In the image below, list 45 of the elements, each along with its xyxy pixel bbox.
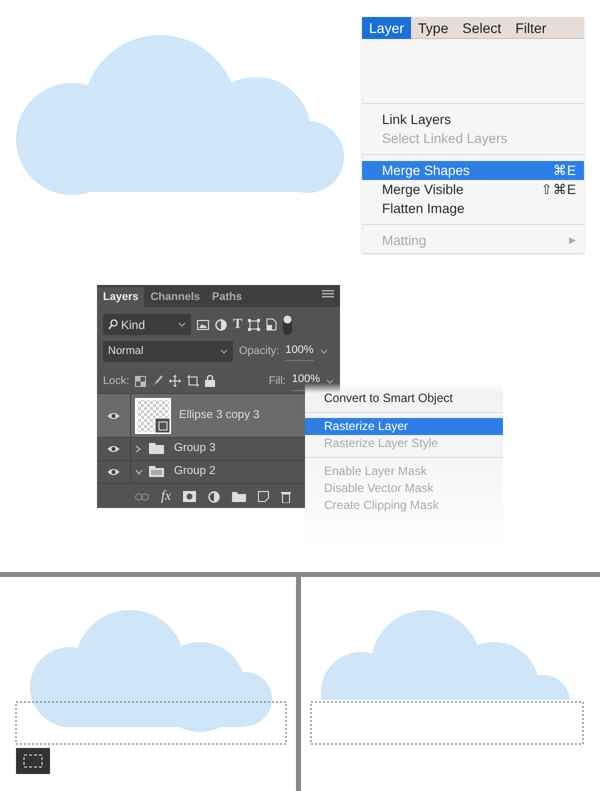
menu-bar-item[interactable]: Filter (508, 16, 554, 38)
blend-mode-dropdown[interactable]: Normal (103, 341, 233, 362)
menu-item[interactable]: Link Layers (362, 110, 584, 129)
fill-field[interactable]: 100% (292, 371, 320, 391)
menu-item[interactable]: Flatten Image (362, 199, 584, 218)
menu-item-label: Convert to Smart Object (324, 390, 453, 407)
menu-item[interactable]: Merge Visible ⇧⌘E (362, 180, 584, 199)
type-filter-icon[interactable]: T (233, 318, 242, 332)
menu-item-label: Rasterize Layer Style (324, 435, 438, 452)
layer-name: Group 2 (174, 464, 216, 480)
shortcut-label: ⇧⌘E (540, 181, 576, 199)
layer-row[interactable]: Group 3 (97, 437, 305, 460)
menu-item-label: Select Linked Layers (382, 130, 508, 148)
menu-bar-item[interactable]: Type (411, 16, 456, 38)
fill-label: Fill: (268, 374, 286, 389)
menu-item-label: Create Clipping Mask (324, 497, 439, 514)
filter-dropdown[interactable]: Kind (103, 314, 191, 335)
menu-item-label: Link Layers (382, 111, 452, 129)
submenu-arrow-icon: ▶ (569, 231, 576, 250)
lock-label: Lock: (103, 374, 130, 389)
filter-label: Kind (121, 316, 146, 334)
panel-tab[interactable]: Channels (144, 287, 206, 307)
menu-item[interactable]: Convert to Smart Object (305, 390, 503, 407)
menu-item-label: Enable Layer Mask (324, 463, 427, 480)
layer-name: Group 3 (174, 441, 216, 456)
layer-name: Ellipse 3 copy 3 (179, 408, 260, 423)
menu-item-label: Merge Visible (382, 181, 464, 199)
panel-tab[interactable]: Paths (206, 287, 248, 307)
layer-row[interactable]: Ellipse 3 copy 3 (97, 393, 305, 437)
menu-bar-item[interactable]: Layer (362, 16, 412, 38)
menu-bar-item[interactable]: Select (455, 16, 508, 38)
opacity-label: Opacity: (239, 344, 280, 360)
panel-tab[interactable]: Layers (97, 287, 144, 307)
menu-item-label: Matting (382, 232, 426, 250)
shortcut-label: ⌘E (552, 162, 576, 180)
menu-item[interactable]: Rasterize Layer (305, 418, 503, 435)
layer-row[interactable]: Group 2 (97, 460, 305, 483)
menu-item[interactable]: Merge Shapes ⌘E (362, 161, 584, 180)
opacity-field[interactable]: 100% (285, 342, 314, 362)
menu-item-label: Merge Shapes (382, 162, 470, 180)
blend-mode-label: Normal (108, 344, 144, 360)
menu-item-label: Disable Vector Mask (324, 480, 434, 497)
menu-item-label: Rasterize Layer (324, 418, 408, 435)
fx-button[interactable]: fx (161, 486, 172, 507)
menu-item-label: Flatten Image (382, 200, 465, 218)
